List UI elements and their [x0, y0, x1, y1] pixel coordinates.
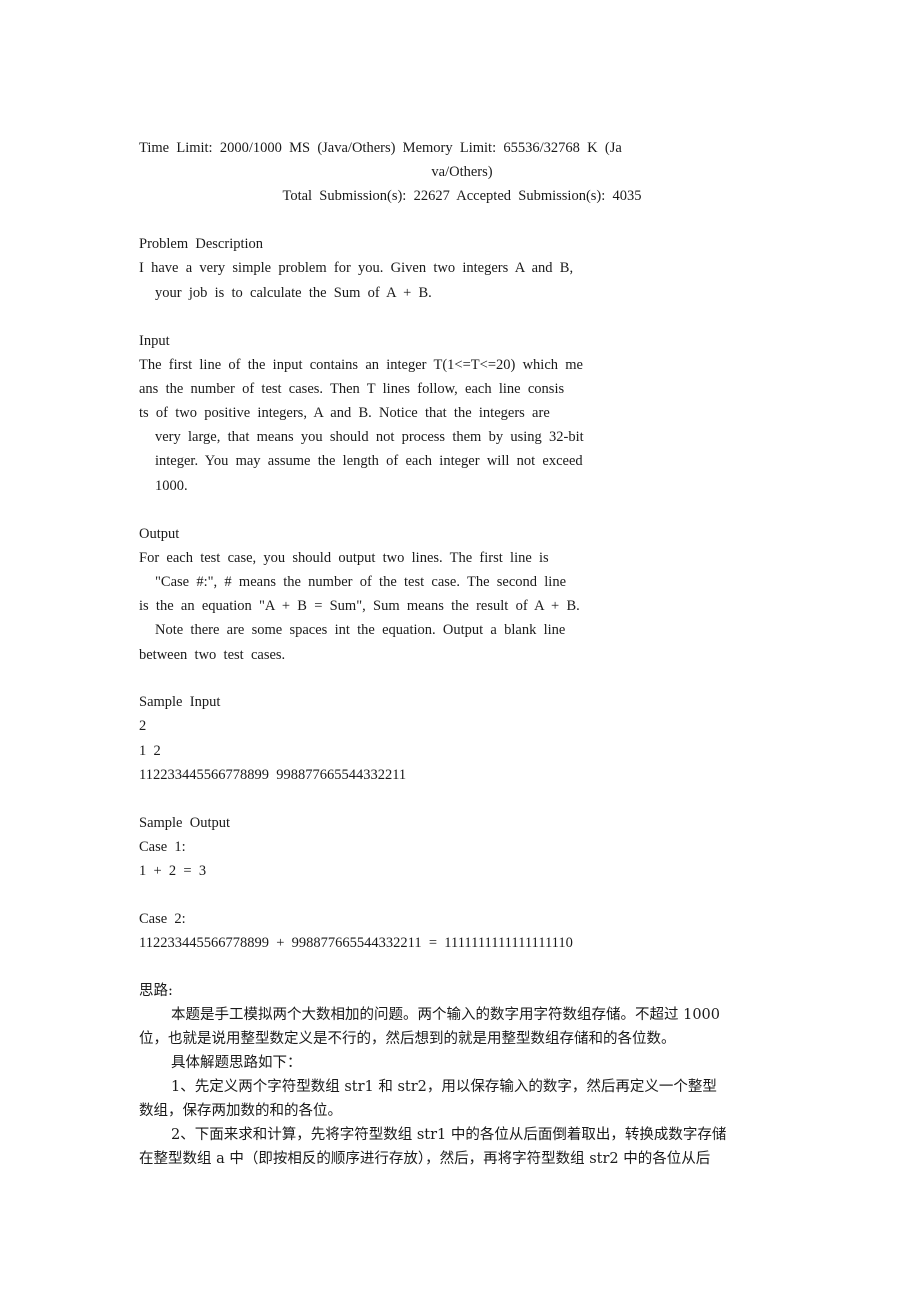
- solution-line: 本题是手工模拟两个大数相加的问题。两个输入的数字用字符数组存储。不超过 1000: [171, 1007, 721, 1023]
- problem-description-heading: Problem Description: [139, 236, 264, 252]
- output-line: Note there are some spaces int the equat…: [155, 622, 566, 638]
- input-line: ans the number of test cases. Then T lin…: [139, 381, 565, 397]
- input-line: The first line of the input contains an …: [139, 357, 583, 373]
- sample-output-line: 112233445566778899 + 998877665544332211 …: [139, 935, 573, 951]
- output-line: "Case #:", # means the number of the tes…: [155, 574, 567, 590]
- problem-line: your job is to calculate the Sum of A + …: [155, 285, 432, 301]
- limits-line-2: va/Others): [431, 164, 493, 180]
- input-line: ts of two positive integers, A and B. No…: [139, 405, 550, 421]
- sample-output-heading: Sample Output: [139, 815, 231, 831]
- input-line: very large, that means you should not pr…: [155, 429, 584, 445]
- solution-line: 2、下面来求和计算，先将字符型数组 str1 中的各位从后面倒着取出，转换成数字…: [171, 1127, 727, 1143]
- solution-line: 数组，保存两加数的和的各位。: [139, 1103, 342, 1119]
- problem-line: I have a very simple problem for you. Gi…: [139, 260, 574, 276]
- sample-input-line: 1 2: [139, 743, 161, 759]
- sample-input-line: 112233445566778899 998877665544332211: [139, 767, 407, 783]
- output-line: For each test case, you should output tw…: [139, 550, 549, 566]
- sample-input-line: 2: [139, 718, 147, 734]
- sample-output-line: Case 1:: [139, 839, 186, 855]
- output-line: is the an equation "A + B = Sum", Sum me…: [139, 598, 580, 614]
- limits-line-1: Time Limit: 2000/1000 MS (Java/Others) M…: [139, 140, 622, 156]
- solution-line: 具体解题思路如下：: [171, 1055, 302, 1071]
- submissions-line: Total Submission(s): 22627 Accepted Subm…: [282, 188, 642, 204]
- input-heading: Input: [139, 333, 170, 349]
- sample-input-heading: Sample Input: [139, 694, 221, 710]
- solution-line: 在整型数组 a 中（即按相反的顺序进行存放），然后，再将字符型数组 str2 中…: [139, 1151, 711, 1167]
- solution-line: 位，也就是说用整型数定义是不行的，然后想到的就是用整型数组存储和的各位数。: [139, 1031, 676, 1047]
- input-line: integer. You may assume the length of ea…: [155, 453, 583, 469]
- solution-line: 1、先定义两个字符型数组 str1 和 str2，用以保存输入的数字，然后再定义…: [171, 1079, 717, 1095]
- solution-heading: 思路:: [139, 983, 173, 999]
- input-line: 1000.: [155, 478, 188, 494]
- output-line: between two test cases.: [139, 647, 286, 663]
- sample-output-line: 1 + 2 = 3: [139, 863, 207, 879]
- output-heading: Output: [139, 526, 180, 542]
- sample-output-line: Case 2:: [139, 911, 186, 927]
